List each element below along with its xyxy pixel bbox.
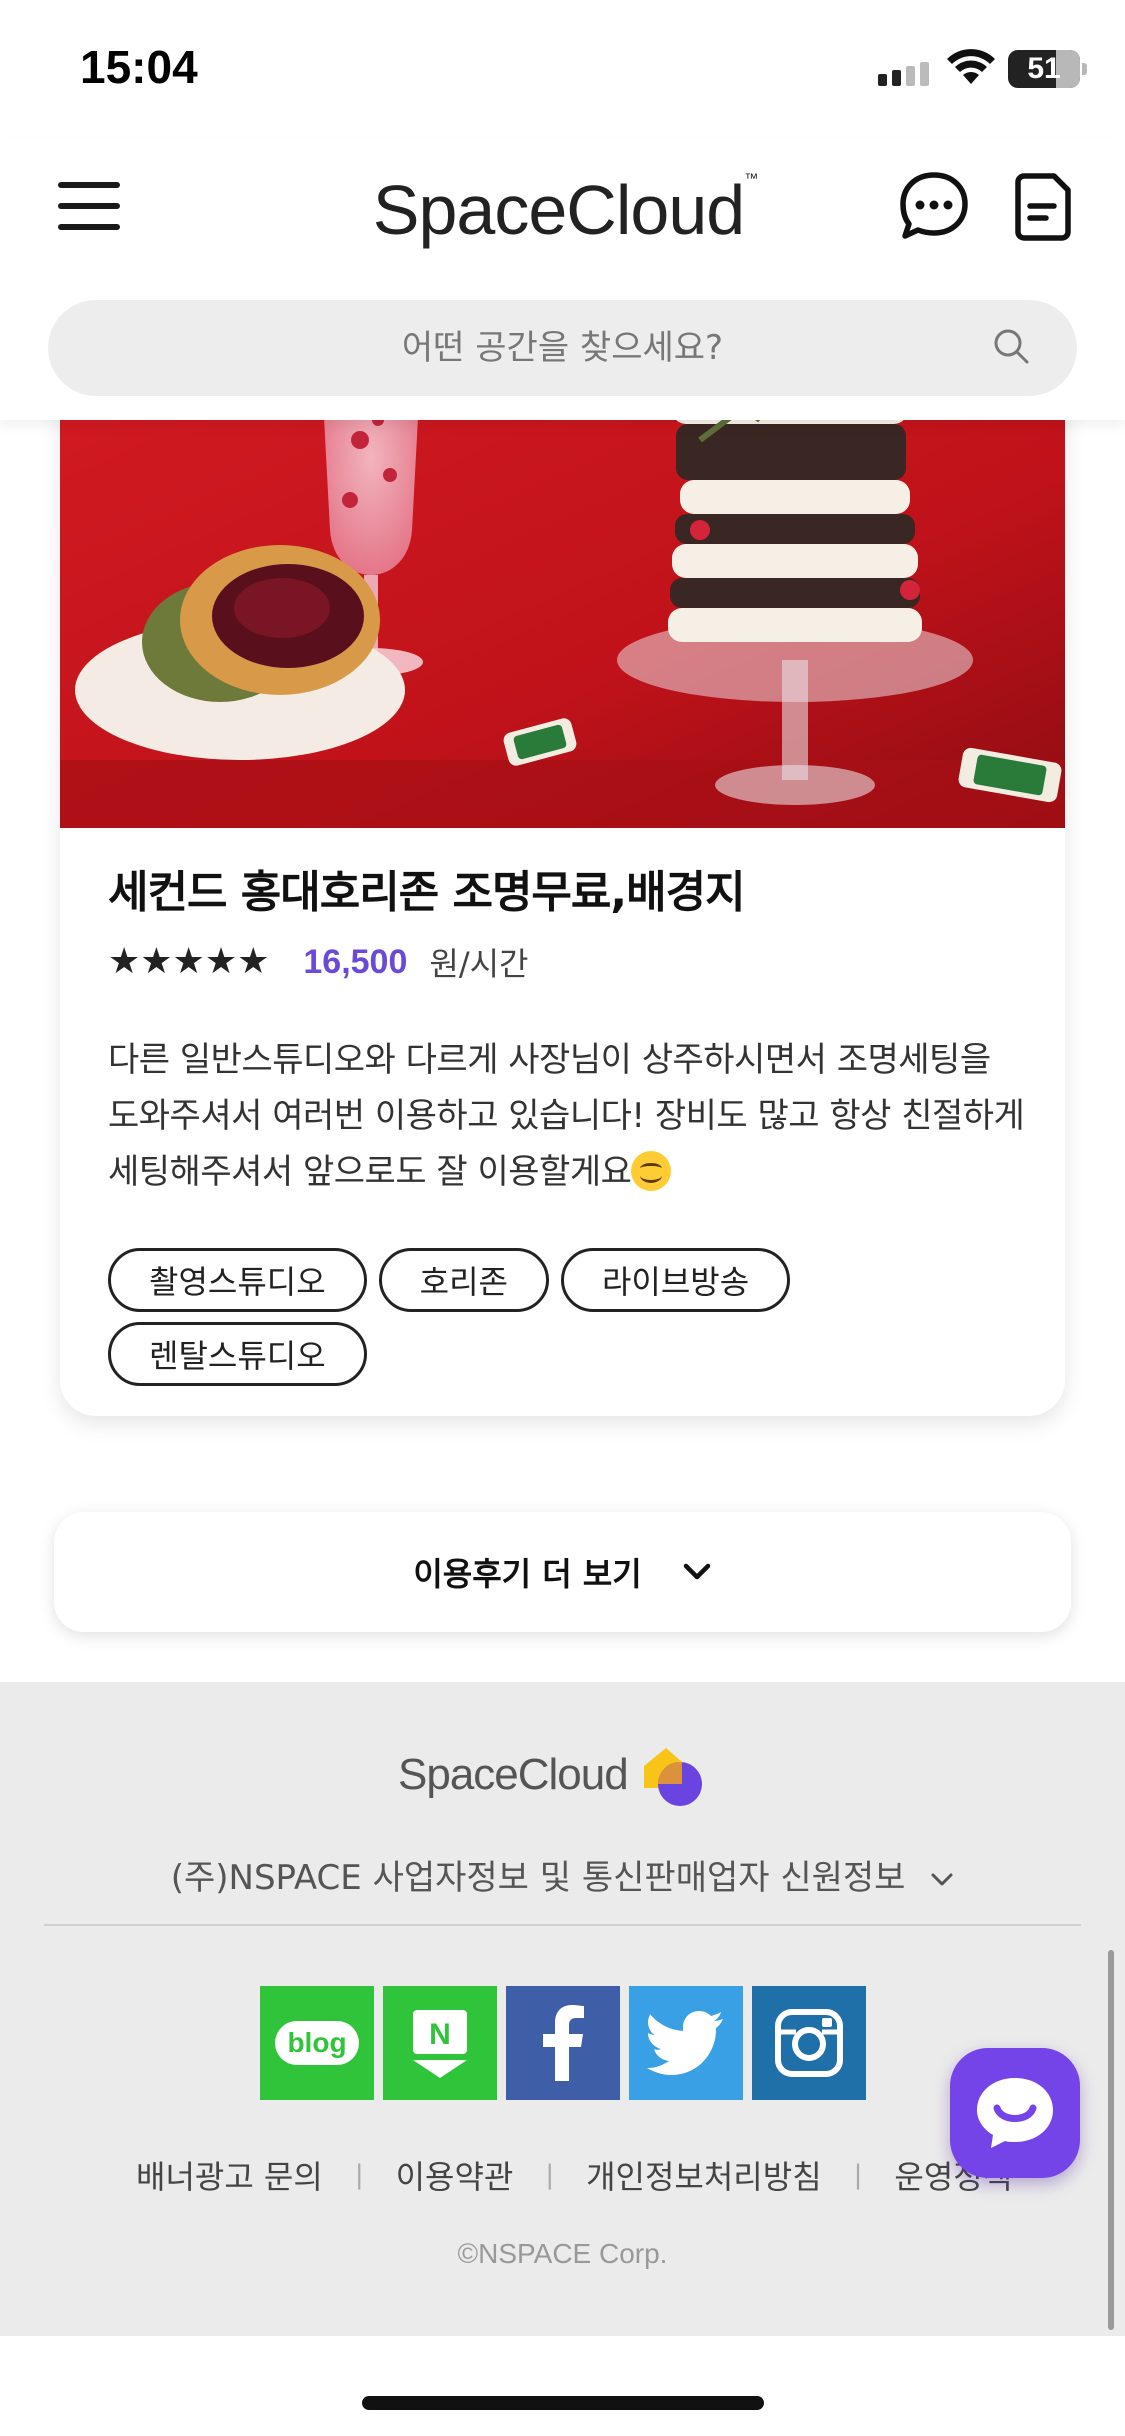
review-photo[interactable] (60, 380, 1065, 828)
review-text: 다른 일반스튜디오와 다르게 사장님이 상주하시면서 조명세팅을 도와주셔서 여… (108, 1032, 1028, 1200)
naver-letter: N (429, 2018, 451, 2051)
review-card[interactable]: 세컨드 홍대호리존 조명무료,배경지 ★★★★★ 16,500 원/시간 다른 … (60, 380, 1065, 1416)
chat-smile-icon (977, 2078, 1053, 2148)
review-content: 세컨드 홍대호리존 조명무료,배경지 ★★★★★ 16,500 원/시간 다른 … (108, 856, 1028, 1386)
wifi-icon (947, 49, 995, 84)
search-input[interactable] (48, 300, 1077, 396)
price-unit: 원/시간 (429, 945, 529, 983)
chevron-down-icon (931, 1873, 953, 1885)
chat-support-button[interactable] (950, 2048, 1080, 2178)
blog-link[interactable]: blog (260, 1986, 374, 2100)
footer-divider (44, 1924, 1081, 1926)
app-header: SpaceCloud™ (0, 140, 1125, 420)
battery-icon: 51 (1008, 50, 1087, 88)
company-info-toggle[interactable]: (주)NSPACE 사업자정보 및 통신판매업자 신원정보 (0, 1850, 1125, 1899)
link-separator: | (354, 2160, 364, 2190)
status-time: 15:04 (80, 41, 198, 93)
bottom-safe-area (0, 2336, 1125, 2436)
company-info-label: (주)NSPACE 사업자정보 및 통신판매업자 신원정보 (170, 1858, 906, 1898)
footer-logo-text: SpaceCloud (398, 1750, 629, 1799)
tag-list: 촬영스튜디오 호리존 라이브방송 렌탈스튜디오 (108, 1248, 888, 1386)
footer-link-ad-inquiry[interactable]: 배너광고 문의 (136, 2152, 323, 2198)
spacecloud-mark-icon (643, 1748, 702, 1806)
status-bar: 15:04 51 (0, 0, 1125, 140)
star-rating: ★★★★★ (108, 941, 270, 982)
review-body: 다른 일반스튜디오와 다르게 사장님이 상주하시면서 조명세팅을 도와주셔서 여… (108, 1040, 1025, 1192)
price-value: 16,500 (303, 942, 408, 981)
app-logo[interactable]: SpaceCloud™ (360, 170, 770, 250)
tag-chip[interactable]: 호리존 (378, 1248, 549, 1312)
rating-row: ★★★★★ 16,500 원/시간 (108, 938, 1028, 986)
facebook-icon (543, 2005, 584, 2081)
dessert-photo-image (60, 380, 1065, 828)
footer-link-terms[interactable]: 이용약관 (396, 2152, 514, 2198)
facebook-link[interactable] (506, 1986, 620, 2100)
chevron-down-icon (683, 1563, 710, 1580)
naver-post-icon: N (413, 2010, 467, 2078)
search-bar[interactable] (48, 300, 1077, 396)
tag-chip[interactable]: 라이브방송 (560, 1248, 791, 1312)
battery-level: 51 (1027, 52, 1061, 85)
document-icon[interactable] (1014, 172, 1072, 242)
instagram-link[interactable] (752, 1986, 866, 2100)
tag-chip[interactable]: 촬영스튜디오 (108, 1248, 367, 1312)
link-separator: | (853, 2160, 863, 2190)
more-reviews-button[interactable]: 이용후기 더 보기 (54, 1512, 1071, 1632)
home-indicator[interactable] (362, 2396, 764, 2410)
menu-icon[interactable] (58, 178, 122, 234)
copyright: ©NSPACE Corp. (457, 2238, 668, 2269)
twitter-icon (647, 2011, 723, 2075)
footer: SpaceCloud (주)NSPACE 사업자정보 및 통신판매업자 신원정보… (0, 1682, 1125, 2336)
logo-trademark: ™ (744, 170, 758, 186)
link-separator: | (545, 2160, 555, 2190)
footer-logo[interactable]: SpaceCloud (398, 1740, 706, 1810)
footer-link-privacy[interactable]: 개인정보처리방침 (586, 2152, 822, 2198)
space-title[interactable]: 세컨드 홍대호리존 조명무료,배경지 (108, 856, 1028, 920)
footer-links: 배너광고 문의 | 이용약관 | 개인정보처리방침 | 운영정책 (136, 2152, 1012, 2198)
twitter-link[interactable] (629, 1986, 743, 2100)
smiling-face-emoji-icon (631, 1151, 672, 1191)
social-links: blog N (260, 1986, 866, 2100)
naver-post-link[interactable]: N (383, 1986, 497, 2100)
scrollbar[interactable] (1108, 1950, 1114, 2330)
cellular-signal-icon (878, 62, 929, 86)
search-icon[interactable] (991, 326, 1031, 366)
chat-bubble-icon[interactable] (898, 170, 970, 242)
blog-icon: blog (275, 2021, 359, 2065)
tag-chip[interactable]: 렌탈스튜디오 (108, 1322, 367, 1386)
more-reviews-label: 이용후기 더 보기 (413, 1555, 642, 1593)
instagram-icon (775, 2009, 843, 2077)
logo-text: SpaceCloud (372, 171, 745, 249)
